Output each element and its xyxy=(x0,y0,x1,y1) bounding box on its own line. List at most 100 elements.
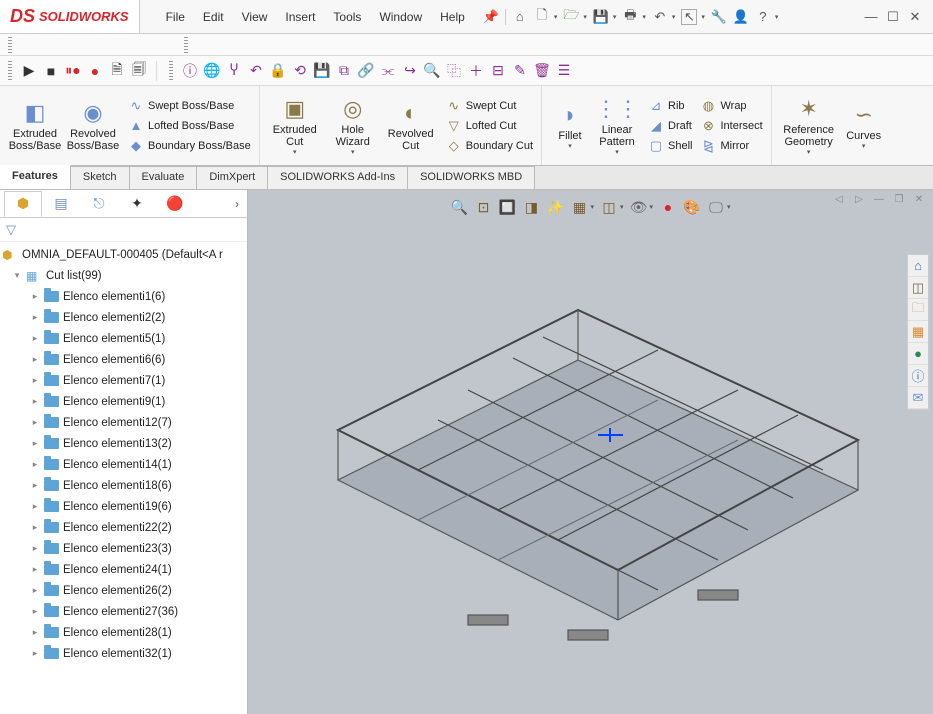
edit2-icon[interactable]: ✎ xyxy=(511,62,529,80)
display-tab[interactable]: ✦ xyxy=(118,191,156,217)
pause-record-icon[interactable]: ⏸● xyxy=(64,62,82,80)
expand-icon[interactable]: ▸ xyxy=(30,312,40,323)
expand-icon[interactable]: ▸ xyxy=(30,606,40,617)
mdi-prev-icon[interactable]: ◁ xyxy=(831,192,847,206)
swept-cut-button[interactable]: ∿Swept Cut xyxy=(444,97,535,115)
property-tab[interactable]: ▤ xyxy=(42,191,80,217)
expand-icon[interactable]: ▸ xyxy=(30,291,40,302)
feature-tree-tab[interactable]: ⬢ xyxy=(4,191,42,217)
grip-icon[interactable] xyxy=(169,61,173,81)
rebuild-icon[interactable]: 🔧 xyxy=(711,9,727,25)
search2-icon[interactable]: 🔍 xyxy=(423,62,441,80)
expand-icon[interactable]: ▸ xyxy=(30,501,40,512)
lofted-boss-button[interactable]: ▲Lofted Boss/Base xyxy=(126,117,253,135)
lock-icon[interactable]: 🔒 xyxy=(269,62,287,80)
menu-help[interactable]: Help xyxy=(432,6,473,28)
macro-edit-icon[interactable]: 🗐 xyxy=(130,62,148,80)
menu-file[interactable]: File xyxy=(158,6,193,28)
grip-icon[interactable] xyxy=(8,37,12,53)
extruded-boss-button[interactable]: ◧ ExtrudedBoss/Base xyxy=(6,98,64,154)
ref-geometry-button[interactable]: ✶ ReferenceGeometry▾ xyxy=(778,94,840,158)
home-icon[interactable]: ⌂ xyxy=(908,255,928,277)
eye-icon[interactable]: 👁 xyxy=(630,198,648,216)
menu-view[interactable]: View xyxy=(234,6,276,28)
minimize-button[interactable]: — xyxy=(863,9,879,25)
zoom-area-icon[interactable]: ⊡ xyxy=(474,198,492,216)
maximize-button[interactable]: ☐ xyxy=(885,9,901,25)
delete-icon[interactable]: 🗑 xyxy=(533,62,551,80)
expand-icon[interactable]: ▸ xyxy=(30,522,40,533)
open-icon[interactable]: 🗁 xyxy=(563,9,579,25)
options-icon[interactable]: 👤 xyxy=(733,9,749,25)
pin-icon[interactable]: 📌 xyxy=(483,9,499,25)
sphere-icon[interactable]: ● xyxy=(908,343,928,365)
config-tab[interactable]: ⎋ xyxy=(80,191,118,217)
mdi-restore-icon[interactable]: ❐ xyxy=(891,192,907,206)
stop-icon[interactable]: ■ xyxy=(42,62,60,80)
tree-item[interactable]: ▸Elenco elementi9(1) xyxy=(0,391,247,412)
macro-doc-icon[interactable]: 🗎 xyxy=(108,62,126,80)
panel-more-icon[interactable]: › xyxy=(235,197,247,211)
expand-icon[interactable]: ▸ xyxy=(30,480,40,491)
menu-window[interactable]: Window xyxy=(371,6,430,28)
tree-item[interactable]: ▸Elenco elementi19(6) xyxy=(0,496,247,517)
expand-icon[interactable]: ▸ xyxy=(30,438,40,449)
tab-features[interactable]: Features xyxy=(0,165,71,189)
wand-icon[interactable]: ✨ xyxy=(546,198,564,216)
grip-icon[interactable] xyxy=(184,37,188,53)
undo2-icon[interactable]: ↶ xyxy=(247,62,265,80)
undo-icon[interactable]: ↶ xyxy=(652,9,668,25)
close-button[interactable]: ✕ xyxy=(907,9,923,25)
tree-item[interactable]: ▸Elenco elementi2(2) xyxy=(0,307,247,328)
mdi-minimize-icon[interactable]: — xyxy=(871,192,887,206)
undoarrow-icon[interactable]: ⟲ xyxy=(291,62,309,80)
linear-pattern-button[interactable]: ⋮⋮ LinearPattern▾ xyxy=(592,94,642,158)
expand-icon[interactable]: ▸ xyxy=(30,375,40,386)
hide-show-icon[interactable]: ◫ xyxy=(600,198,618,216)
expand-icon[interactable]: ▸ xyxy=(30,417,40,428)
display-style-icon[interactable]: ▦ xyxy=(570,198,588,216)
expand-icon[interactable]: ▸ xyxy=(30,354,40,365)
print-icon[interactable]: 🖶 xyxy=(622,9,638,25)
hole-wizard-button[interactable]: ◎ HoleWizard▾ xyxy=(324,94,382,158)
tab-dimxpert[interactable]: DimXpert xyxy=(197,166,268,189)
tree-item[interactable]: ▸Elenco elementi1(6) xyxy=(0,286,247,307)
cut-list-node[interactable]: ▾ ▦ Cut list(99) xyxy=(0,265,247,286)
extruded-cut-button[interactable]: ▣ ExtrudedCut▾ xyxy=(266,94,324,158)
tree-item[interactable]: ▸Elenco elementi27(36) xyxy=(0,601,247,622)
grid-icon[interactable]: ▦ xyxy=(908,321,928,343)
save-icon[interactable]: 💾 xyxy=(593,9,609,25)
expand-icon[interactable]: ▸ xyxy=(30,585,40,596)
globe-icon[interactable]: 🌐 xyxy=(203,62,221,80)
mirror-button[interactable]: ⧎Mirror xyxy=(698,137,764,155)
tree-item[interactable]: ▸Elenco elementi7(1) xyxy=(0,370,247,391)
tree-item[interactable]: ▸Elenco elementi23(3) xyxy=(0,538,247,559)
boundary-cut-button[interactable]: ◇Boundary Cut xyxy=(444,137,535,155)
tree-item[interactable]: ▸Elenco elementi14(1) xyxy=(0,454,247,475)
chain-icon[interactable]: ⧉ xyxy=(335,62,353,80)
new-doc-icon[interactable]: 🗋 xyxy=(534,9,550,25)
render-icon[interactable]: 🖵 xyxy=(707,198,725,216)
tree-item[interactable]: ▸Elenco elementi22(2) xyxy=(0,517,247,538)
tree-item[interactable]: ▸Elenco elementi18(6) xyxy=(0,475,247,496)
menu-tools[interactable]: Tools xyxy=(325,6,369,28)
tree-item[interactable]: ▸Elenco elementi5(1) xyxy=(0,328,247,349)
cube-icon[interactable]: ◫ xyxy=(908,277,928,299)
home-icon[interactable]: ⌂ xyxy=(512,9,528,25)
tree-item[interactable]: ▸Elenco elementi28(1) xyxy=(0,622,247,643)
expand-icon[interactable]: ▸ xyxy=(30,564,40,575)
chat-icon[interactable]: ✉ xyxy=(908,387,928,409)
folder-icon[interactable]: 🗀 xyxy=(908,299,928,321)
unlink-icon[interactable]: ⊟ xyxy=(489,62,507,80)
tree-item[interactable]: ▸Elenco elementi32(1) xyxy=(0,643,247,664)
graphics-viewport[interactable]: ◁ ▷ — ❐ ✕ 🔍 ⊡ 🔲 ◨ ✨ ▦▾ ◫▾ 👁▾ ● 🎨 🖵▾ ⌂◫🗀▦… xyxy=(248,190,933,714)
tab-sketch[interactable]: Sketch xyxy=(71,166,130,189)
appearance-tab[interactable]: 🔴 xyxy=(156,191,194,217)
save2-icon[interactable]: 💾 xyxy=(313,62,331,80)
wrap-button[interactable]: ◍Wrap xyxy=(698,97,764,115)
link-icon[interactable]: 🔗 xyxy=(357,62,375,80)
tree-item[interactable]: ▸Elenco elementi6(6) xyxy=(0,349,247,370)
play-icon[interactable]: ▶ xyxy=(20,62,38,80)
expand-icon[interactable]: ▸ xyxy=(30,396,40,407)
curves-button[interactable]: ∽ Curves▾ xyxy=(840,100,888,152)
